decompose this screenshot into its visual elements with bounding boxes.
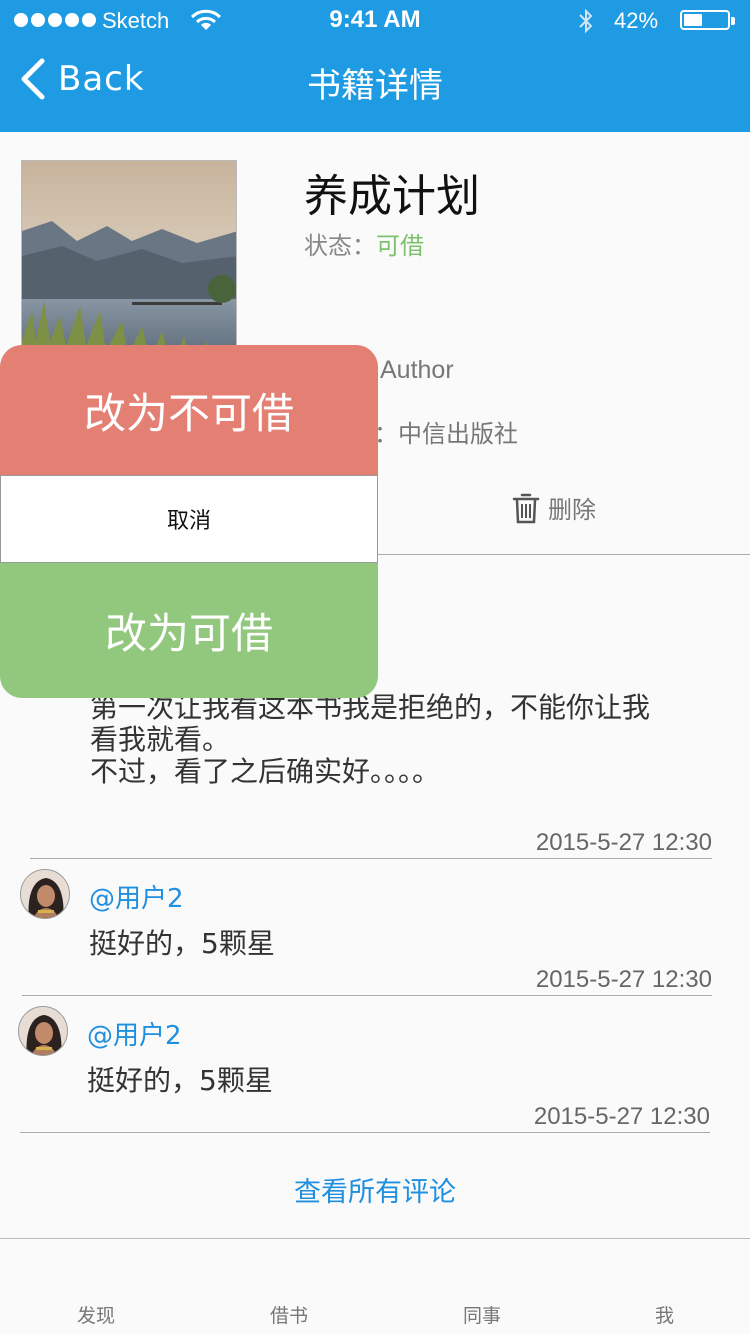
battery-percentage: 42% [614, 8, 659, 33]
cancel-button[interactable]: 取消 [0, 475, 378, 563]
comment-username[interactable]: @用户2 [89, 878, 184, 915]
comment-text: 挺好的，5颗星 [89, 927, 275, 960]
status-action-sheet: 改为不可借 取消 改为可借 [0, 345, 378, 698]
comment-text: 第一次让我看这本书我是拒绝的，不能你让我 看我就看。 不过，看了之后确实好。。。… [90, 691, 651, 788]
comment-time: 2015-5-27 12:30 [533, 1103, 710, 1130]
book-status: 状态：可借 [304, 226, 424, 261]
book-author: Author [380, 356, 454, 384]
comment-time: 2015-5-27 12:30 [535, 829, 712, 856]
comment-text: 挺好的，5颗星 [87, 1064, 273, 1097]
avatar[interactable] [20, 869, 70, 919]
navigation-bar: Sketch 9:41 AM 42% Back 书籍详情 [0, 0, 750, 132]
book-status-label: 状态： [304, 232, 376, 260]
book-status-value: 可借 [376, 232, 424, 260]
comment-divider [30, 858, 712, 859]
trash-icon [512, 493, 540, 523]
battery-icon [680, 10, 735, 30]
tab-me[interactable]: 我 [655, 1301, 674, 1328]
bluetooth-icon [579, 8, 593, 34]
book-publisher: ：中信出版社 [374, 420, 518, 448]
tab-discover[interactable]: 发现 [77, 1301, 115, 1328]
avatar[interactable] [18, 1006, 68, 1056]
status-bar: Sketch 9:41 AM 42% [0, 0, 750, 40]
book-title: 养成计划 [304, 171, 480, 222]
see-all-comments-link[interactable]: 查看所有评论 [0, 1170, 750, 1209]
tab-bar: 发现 借书 同事 我 [0, 1238, 750, 1334]
tab-borrow[interactable]: 借书 [270, 1301, 308, 1328]
comment-divider [22, 995, 712, 996]
delete-button[interactable]: 删除 [512, 490, 596, 525]
comment-username[interactable]: @用户2 [87, 1015, 182, 1052]
set-available-button[interactable]: 改为可借 [0, 563, 378, 698]
page-title: 书籍详情 [307, 66, 443, 106]
tab-colleagues[interactable]: 同事 [463, 1301, 501, 1328]
comment-divider [20, 1132, 710, 1133]
set-unavailable-button[interactable]: 改为不可借 [0, 345, 378, 475]
comment-time: 2015-5-27 12:30 [535, 966, 712, 993]
delete-label: 删除 [548, 496, 596, 524]
